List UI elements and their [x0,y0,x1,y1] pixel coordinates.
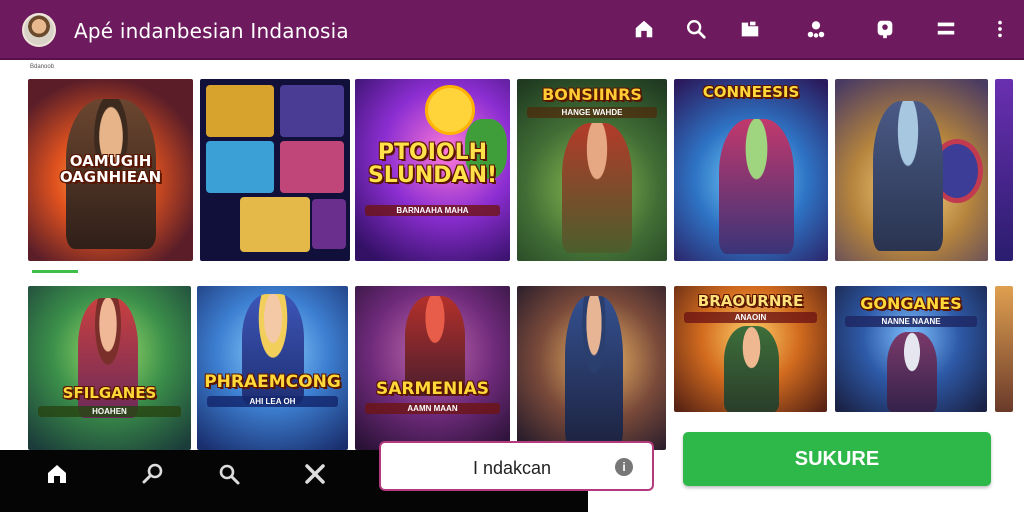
tile-title: PHRAEMCONG [204,372,341,392]
tile-title: BONSIINRS [542,85,642,104]
search-icon[interactable] [684,17,708,41]
game-tile[interactable]: BONSIINRS HANGE WAHDE [517,79,667,261]
more-vertical-icon[interactable] [988,17,1012,41]
tile-title: OAMUGIH OAGNHIEAN [59,152,162,186]
game-tile[interactable]: SARMENIAS AAMN MAAN [355,286,510,450]
game-tile[interactable]: BRAOURNRE ANAOIN [674,286,827,412]
tile-title: BRAOURNRE [697,292,804,310]
search-icon[interactable] [215,460,243,488]
tile-subtitle: AHI LEA OH [207,396,338,407]
game-tile-partial[interactable] [995,79,1013,261]
app-title: Apé indanbesian Indanosia [74,19,349,43]
tile-title: GONGANES [860,294,962,313]
tools-icon[interactable] [301,460,329,488]
app-header: Apé indanbesian Indanosia [0,0,1024,60]
tile-subtitle: NANNE NAANE [845,316,977,327]
submit-button[interactable]: SUKURE [683,432,991,486]
game-tile[interactable]: CONNEESIS [674,79,828,261]
menu-icon[interactable] [934,17,958,41]
tile-title: SARMENIAS [376,379,489,399]
tile-subtitle: BARNAAHA MAHA [365,205,500,216]
tile-subtitle: AAMN MAAN [365,403,500,414]
tile-title: SFILGANES [62,384,157,402]
tile-subtitle: HOAHEN [38,406,181,417]
game-tile[interactable]: SFILGANES HOAHEN [28,286,191,450]
game-tile-partial[interactable] [995,286,1013,412]
avatar[interactable] [22,13,56,47]
tile-subtitle: HANGE WAHDE [527,107,657,118]
tile-subtitle: ANAOIN [684,312,817,323]
info-icon[interactable]: i [615,458,633,476]
row-divider [32,270,78,273]
game-tile[interactable]: PTOIOLH SLUNDAN! BARNAAHA MAHA [355,79,510,261]
folder-icon[interactable] [738,17,762,41]
game-tile[interactable] [517,286,666,450]
search-input[interactable]: I ndakcan i [379,441,654,491]
people-icon[interactable] [804,17,828,41]
tile-title: CONNEESIS [702,83,800,101]
search-input-value: I ndakcan [473,458,552,478]
badge-icon[interactable] [873,17,897,41]
home-icon[interactable] [43,460,71,488]
game-tile[interactable]: GONGANES NANNE NAANE [835,286,987,412]
game-tile[interactable]: PHRAEMCONG AHI LEA OH [197,286,348,450]
game-tile[interactable]: OAMUGIH OAGNHIEAN [28,79,193,261]
home-icon[interactable] [632,17,656,41]
tile-title: PTOIOLH SLUNDAN! [367,140,498,189]
game-tile[interactable] [835,79,988,261]
row-label: Bdanoob [30,64,55,70]
search-icon[interactable] [139,460,167,488]
game-tile[interactable] [200,79,350,261]
